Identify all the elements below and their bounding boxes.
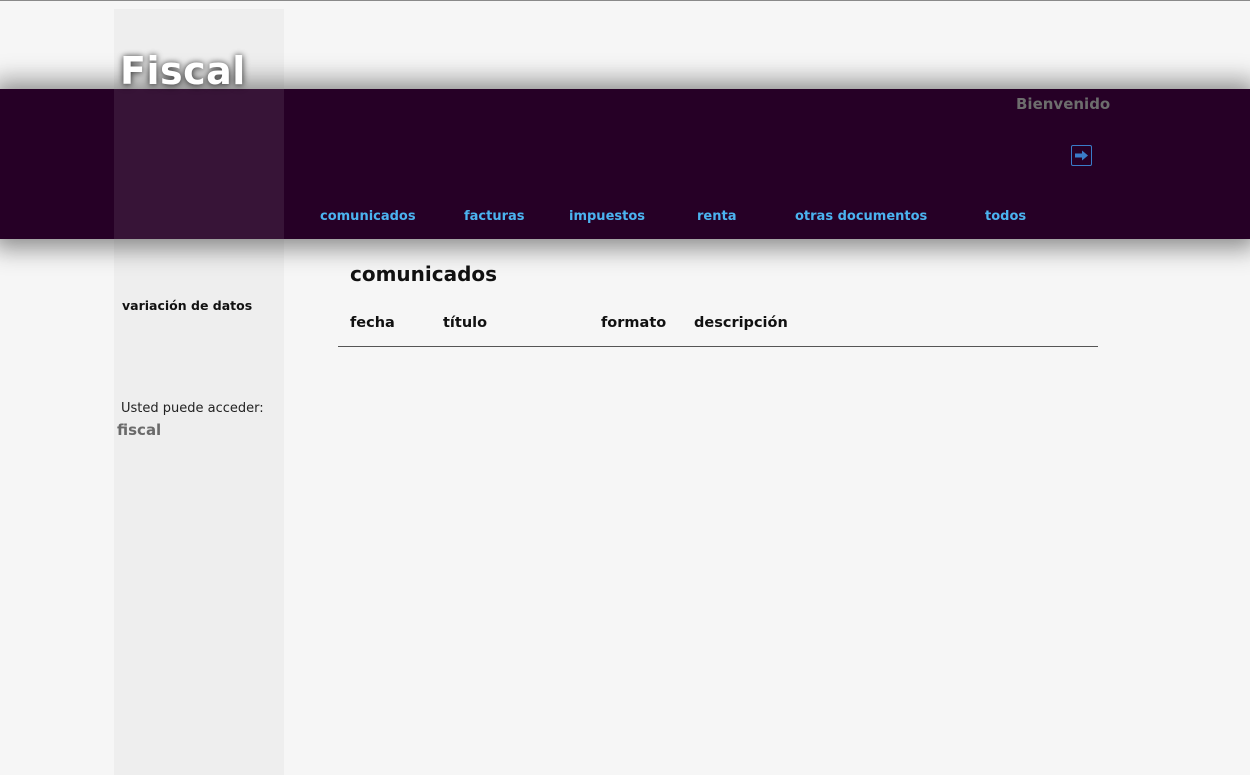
table-header-divider — [338, 346, 1098, 347]
top-border — [0, 0, 1250, 1]
sidebar-column-header-overlay — [114, 89, 284, 239]
welcome-text: Bienvenido — [1016, 95, 1111, 113]
access-value-link[interactable]: fiscal — [117, 421, 161, 439]
column-header-formato: formato — [601, 315, 667, 331]
nav-item-impuestos[interactable]: impuestos — [569, 209, 645, 224]
nav-item-renta[interactable]: renta — [697, 209, 736, 224]
nav-item-facturas[interactable]: facturas — [464, 209, 525, 224]
nav-item-otras-documentos[interactable]: otras documentos — [795, 209, 927, 224]
nav-item-comunicados[interactable]: comunicados — [320, 209, 416, 224]
column-header-titulo: título — [443, 315, 488, 331]
site-title: Fiscal — [120, 49, 246, 93]
section-title: comunicados — [350, 262, 498, 286]
nav-item-todos[interactable]: todos — [985, 209, 1026, 224]
column-header-descripcion: descripción — [694, 315, 788, 331]
sidebar-link-variacion-datos[interactable]: variación de datos — [122, 298, 252, 313]
access-label: Usted puede acceder: — [121, 401, 264, 416]
column-header-fecha: fecha — [350, 315, 395, 331]
logout-button[interactable] — [1071, 145, 1092, 166]
logout-arrow-icon — [1075, 150, 1088, 161]
